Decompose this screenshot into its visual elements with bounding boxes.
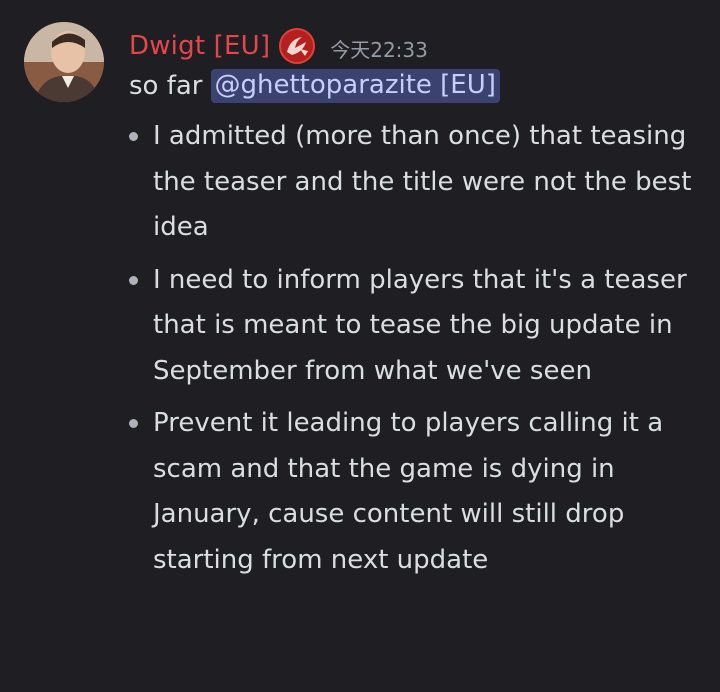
username[interactable]: Dwigt [EU] — [129, 31, 270, 61]
bullet-list: I admitted (more than once) that teasing… — [122, 114, 702, 590]
list-item-text: I need to inform players that it's a tea… — [153, 264, 687, 386]
list-item-text: Prevent it leading to players calling it… — [153, 408, 664, 575]
world-of-tanks-icon[interactable] — [278, 27, 316, 65]
list-item: I need to inform players that it's a tea… — [122, 258, 702, 395]
list-item-text: I admitted (more than once) that teasing… — [153, 121, 692, 242]
message-intro-text: so far — [129, 71, 203, 101]
message-header: Dwigt [EU] 今天22:33 — [129, 26, 428, 66]
list-item: I admitted (more than once) that teasing… — [122, 114, 702, 251]
chat-message: Dwigt [EU] 今天22:33 so far @ghettoparazit… — [0, 0, 720, 692]
message-first-line: so far @ghettoparazite [EU] — [129, 64, 500, 108]
timestamp: 今天22:33 — [330, 37, 428, 62]
bullet-dot-icon — [129, 132, 138, 141]
avatar[interactable] — [24, 22, 104, 102]
bullet-dot-icon — [129, 419, 138, 428]
user-mention[interactable]: @ghettoparazite [EU] — [210, 69, 500, 103]
bullet-dot-icon — [129, 275, 138, 285]
list-item: Prevent it leading to players calling it… — [122, 401, 702, 583]
